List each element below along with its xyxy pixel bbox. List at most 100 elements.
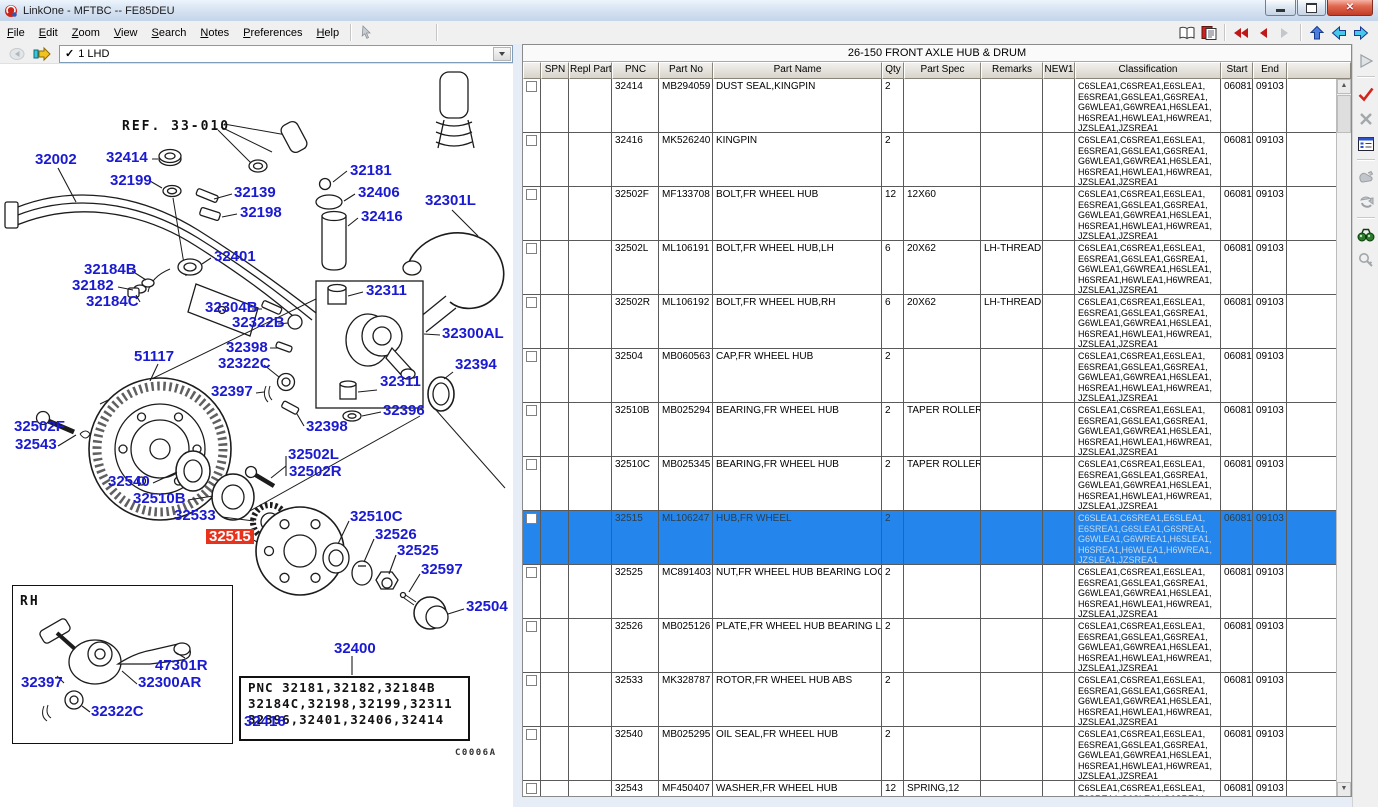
- part-label-51117[interactable]: 51117: [134, 349, 174, 364]
- part-label-32515[interactable]: 32515: [206, 529, 254, 544]
- part-label-32526[interactable]: 32526: [375, 527, 417, 542]
- column-header-start[interactable]: Start: [1221, 62, 1253, 79]
- part-label-32416[interactable]: 32416: [361, 209, 403, 224]
- table-row-32510B[interactable]: 32510BMB025294BEARING,FR WHEEL HUB2TAPER…: [523, 403, 1336, 457]
- column-header-end[interactable]: End: [1253, 62, 1287, 79]
- row-checkbox[interactable]: [526, 135, 537, 146]
- part-label-32301L[interactable]: 32301L: [425, 193, 476, 208]
- part-label-REF-33-010[interactable]: REF. 33-010: [122, 119, 230, 134]
- column-header-pnc[interactable]: PNC: [612, 62, 659, 79]
- table-row-32416[interactable]: 32416MK526240KINGPIN2C6SLEA1,C6SREA1,E6S…: [523, 133, 1336, 187]
- table-row-32510C[interactable]: 32510CMB025345BEARING,FR WHEEL HUB2TAPER…: [523, 457, 1336, 511]
- table-row-32525[interactable]: 32525MC891403NUT,FR WHEEL HUB BEARING LO…: [523, 565, 1336, 619]
- column-header-classification[interactable]: Classification: [1075, 62, 1221, 79]
- part-label-32406[interactable]: 32406: [358, 185, 400, 200]
- part-label-32184C[interactable]: 32184C: [86, 294, 139, 309]
- part-label-32401[interactable]: 32401: [214, 249, 256, 264]
- column-header-remarks[interactable]: Remarks: [981, 62, 1043, 79]
- part-label-32311[interactable]: 32311: [380, 374, 421, 389]
- combobox-dropdown-button[interactable]: [493, 47, 511, 61]
- menu-help[interactable]: Help: [309, 23, 346, 43]
- part-label-32504[interactable]: 32504: [466, 599, 508, 614]
- part-label-32396[interactable]: 32396: [383, 403, 425, 418]
- part-label-32510C[interactable]: 32510C: [350, 509, 403, 524]
- table-row-32515[interactable]: 32515ML106247HUB,FR WHEEL2C6SLEA1,C6SREA…: [523, 511, 1336, 565]
- part-label-32300AR[interactable]: 32300AR: [138, 675, 201, 690]
- part-label-32398[interactable]: 32398: [306, 419, 348, 434]
- column-header-part-name[interactable]: Part Name: [713, 62, 882, 79]
- table-row-32502F[interactable]: 32502FMF133708BOLT,FR WHEEL HUB1212X60C6…: [523, 187, 1336, 241]
- part-label-32533[interactable]: 32533: [174, 508, 216, 523]
- part-label-32394[interactable]: 32394: [455, 357, 497, 372]
- part-label-32502L[interactable]: 32502L: [288, 447, 339, 462]
- part-label-32198[interactable]: 32198: [240, 205, 282, 220]
- row-checkbox[interactable]: [526, 351, 537, 362]
- part-label-32300AL[interactable]: 32300AL: [442, 326, 504, 341]
- part-label-32397[interactable]: 32397: [21, 675, 63, 690]
- panel-divider[interactable]: [513, 44, 522, 807]
- table-row-32533[interactable]: 32533MK328787ROTOR,FR WHEEL HUB ABS2C6SL…: [523, 673, 1336, 727]
- part-label-32139[interactable]: 32139: [234, 185, 276, 200]
- column-header-new1[interactable]: NEW1: [1043, 62, 1075, 79]
- minimize-button[interactable]: [1265, 0, 1296, 16]
- menu-preferences[interactable]: Preferences: [236, 23, 309, 43]
- table-row-32414[interactable]: 32414MB294059DUST SEAL,KINGPIN2C6SLEA1,C…: [523, 79, 1336, 133]
- parts-catalog-icon[interactable]: [1198, 23, 1220, 43]
- row-checkbox[interactable]: [526, 297, 537, 308]
- menu-view[interactable]: View: [107, 23, 145, 43]
- row-checkbox[interactable]: [526, 189, 537, 200]
- goto-prev-icon[interactable]: [1252, 23, 1274, 43]
- row-checkbox[interactable]: [526, 675, 537, 686]
- table-scrollbar[interactable]: ▲ ▼: [1336, 79, 1351, 797]
- part-label-32597[interactable]: 32597: [421, 562, 463, 577]
- part-label-32510B[interactable]: 32510B: [133, 491, 186, 506]
- part-label-32002[interactable]: 32002: [35, 152, 77, 167]
- page-back-icon[interactable]: [1328, 23, 1350, 43]
- part-label-32304B[interactable]: 32304B: [205, 300, 258, 315]
- part-label-32540[interactable]: 32540: [108, 474, 150, 489]
- column-header-blank[interactable]: [523, 62, 541, 79]
- part-label-32502F[interactable]: 32502F: [14, 419, 65, 434]
- part-label-32322C[interactable]: 32322C: [218, 356, 271, 371]
- row-checkbox[interactable]: [526, 783, 537, 794]
- part-label-32414[interactable]: 32414: [106, 150, 148, 165]
- scroll-down-button[interactable]: ▼: [1337, 782, 1351, 797]
- row-checkbox[interactable]: [526, 621, 537, 632]
- part-label-32199[interactable]: 32199: [110, 173, 152, 188]
- menu-file[interactable]: File: [0, 23, 32, 43]
- part-label-32322C[interactable]: 32322C: [91, 704, 144, 719]
- menu-search[interactable]: Search: [145, 23, 194, 43]
- column-header-part-no[interactable]: Part No: [659, 62, 713, 79]
- close-button[interactable]: ✕: [1327, 0, 1373, 16]
- part-label-RH[interactable]: RH: [20, 594, 40, 609]
- row-checkbox[interactable]: [526, 405, 537, 416]
- part-label-32398[interactable]: 32398: [226, 340, 268, 355]
- table-row-32540[interactable]: 32540MB025295OIL SEAL,FR WHEEL HUB2C6SLE…: [523, 727, 1336, 781]
- scrollbar-thumb[interactable]: [1337, 95, 1351, 133]
- part-label-47301R[interactable]: 47301R: [155, 658, 208, 673]
- apply-check-icon[interactable]: [1355, 81, 1377, 106]
- table-row-32504[interactable]: 32504MB060563CAP,FR WHEEL HUB2C6SLEA1,C6…: [523, 349, 1336, 403]
- scroll-up-button[interactable]: ▲: [1337, 79, 1351, 94]
- row-checkbox[interactable]: [526, 243, 537, 254]
- part-label-32322B[interactable]: 32322B: [232, 315, 285, 330]
- row-checkbox[interactable]: [526, 567, 537, 578]
- part-label-32502R[interactable]: 32502R: [289, 464, 342, 479]
- up-assembly-icon[interactable]: [1306, 23, 1328, 43]
- table-row-32543[interactable]: 32543MF450407WASHER,FR WHEEL HUB12SPRING…: [523, 781, 1336, 797]
- table-row-32502R[interactable]: 32502RML106192BOLT,FR WHEEL HUB,RH620X62…: [523, 295, 1336, 349]
- open-book-icon[interactable]: [1176, 23, 1198, 43]
- table-row-32502L[interactable]: 32502LML106191BOLT,FR WHEEL HUB,LH620X62…: [523, 241, 1336, 295]
- part-label-32400[interactable]: 32400: [334, 641, 376, 656]
- row-checkbox[interactable]: [526, 513, 537, 524]
- part-label-32416[interactable]: 32416: [244, 714, 286, 729]
- column-header-qty[interactable]: Qty: [882, 62, 904, 79]
- column-header-repl-part[interactable]: Repl Part: [569, 62, 612, 79]
- column-header-blank[interactable]: [1287, 62, 1351, 79]
- part-label-32181[interactable]: 32181: [350, 163, 392, 178]
- find-icon[interactable]: [1355, 222, 1377, 247]
- part-label-32397[interactable]: 32397: [211, 384, 253, 399]
- row-checkbox[interactable]: [526, 729, 537, 740]
- row-checkbox[interactable]: [526, 459, 537, 470]
- nav-go-icon[interactable]: [31, 44, 53, 64]
